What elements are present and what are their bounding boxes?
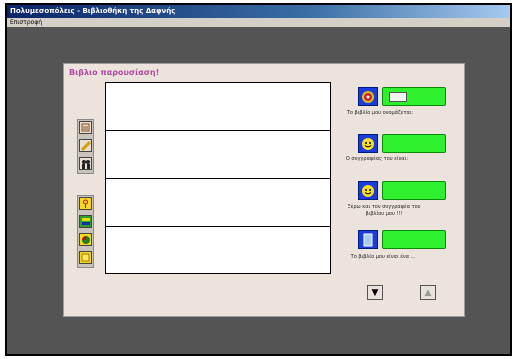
list-item[interactable] [106, 227, 330, 273]
field-caption: Ο συγγραφέας του είναι: [345, 156, 409, 162]
people-icon[interactable] [79, 157, 92, 170]
book-list[interactable] [105, 82, 331, 274]
note-icon[interactable] [79, 251, 92, 264]
list-item[interactable] [106, 131, 330, 179]
page-icon[interactable] [358, 230, 378, 249]
book-title-field[interactable] [382, 87, 446, 106]
scroll-down-button[interactable]: ▼ [367, 285, 383, 300]
book-stack-icon[interactable] [79, 215, 92, 228]
smiley-icon[interactable] [358, 134, 378, 153]
field-caption: Το βιβλίο μου είναι ένα ... [350, 254, 416, 260]
panel-title: Βιβλιο παρουσίαση! [69, 68, 160, 77]
pencil-icon[interactable] [79, 139, 92, 152]
menu-item-back[interactable]: Επιστροφή [10, 19, 42, 26]
smiley-icon[interactable] [358, 181, 378, 200]
cd-icon[interactable] [358, 87, 378, 106]
menu-bar: Επιστροφή [7, 18, 510, 27]
author-field[interactable] [382, 134, 446, 153]
know-author-field[interactable] [382, 181, 446, 200]
field-caption: Ξέρω και τον συγγραφέα του βιβλίου μου !… [347, 204, 421, 217]
key-icon[interactable] [79, 197, 92, 210]
book-icon [389, 91, 407, 102]
scroll-up-button[interactable]: ▲ [420, 285, 436, 300]
chart-icon[interactable] [79, 233, 92, 246]
list-item[interactable] [106, 83, 330, 131]
list-item[interactable] [106, 179, 330, 227]
field-caption: Το βιβλίο μου ονομάζεται: [346, 110, 414, 116]
window-title: Πολυμεσοπόλεις - Βιβλιοθήκη της Δαφνής [7, 5, 510, 18]
book-type-field[interactable] [382, 230, 446, 249]
list-icon[interactable] [79, 121, 92, 134]
